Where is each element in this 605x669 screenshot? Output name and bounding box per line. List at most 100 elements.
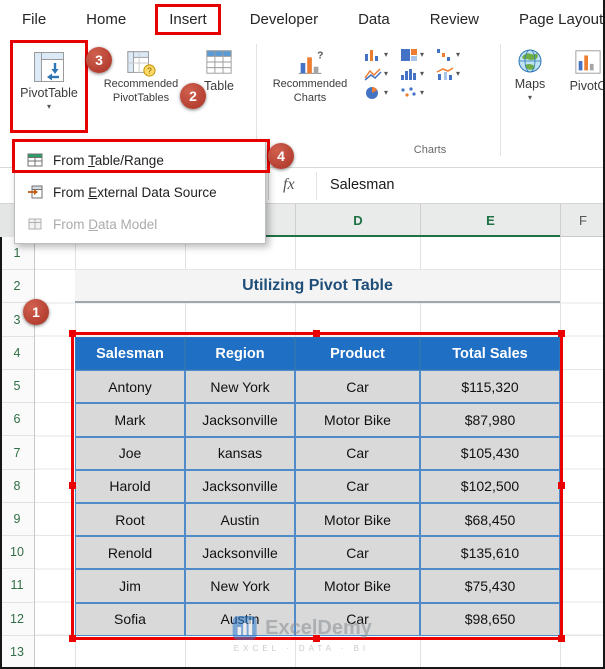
table-cell[interactable]: Austin — [185, 502, 295, 537]
step-badge-3: 3 — [86, 47, 112, 73]
table-cell[interactable]: kansas — [185, 436, 295, 470]
table-cell[interactable]: $102,500 — [420, 469, 560, 503]
table-cell[interactable]: Harold — [75, 469, 185, 503]
table-cell[interactable]: Car — [295, 436, 420, 470]
charts-group-label: Charts — [413, 144, 447, 156]
table-cell[interactable]: New York — [185, 569, 295, 603]
insert-column-chart-button[interactable]: ▾ — [364, 48, 388, 62]
table-cell[interactable]: Jacksonville — [185, 536, 295, 570]
insert-statistic-chart-button[interactable]: ▾ — [400, 67, 424, 81]
insert-pie-chart-button[interactable]: ▾ — [364, 86, 388, 100]
pivotchart-button[interactable]: PivotC — [556, 48, 603, 95]
row-header[interactable]: 10 — [0, 536, 34, 570]
recommended-pivottables-label-line2: PivotTables — [112, 91, 170, 104]
row-header[interactable]: 2 — [0, 270, 34, 304]
chevron-down-icon: ▾ — [420, 88, 425, 97]
table-cell[interactable]: Car — [295, 370, 420, 404]
row-header[interactable]: 7 — [0, 436, 34, 470]
chevron-down-icon: ▾ — [527, 92, 532, 102]
recommended-charts-button[interactable]: ? Recommended Charts — [264, 48, 356, 106]
maps-button[interactable]: Maps ▾ — [506, 48, 554, 102]
tab-file[interactable]: File — [22, 11, 46, 28]
table-header-cell[interactable]: Salesman — [75, 337, 185, 371]
table-cell[interactable]: Austin — [185, 602, 295, 636]
table-cell[interactable]: Renold — [75, 536, 185, 570]
row-header[interactable]: 6 — [0, 403, 34, 437]
menu-item-from-data-model[interactable]: From Data Model — [15, 208, 265, 240]
screenshot-border — [0, 237, 2, 667]
menu-item-from-table-range[interactable]: From Table/Range — [15, 144, 265, 176]
table-cell[interactable]: Car — [295, 602, 420, 636]
worksheet-grid: 1 2 3 4 5 6 7 8 9 10 11 12 13 Utilizing … — [0, 237, 603, 667]
table-cell[interactable]: New York — [185, 370, 295, 404]
table-cell[interactable]: $75,430 — [420, 569, 560, 603]
tab-review[interactable]: Review — [430, 11, 479, 28]
table-cell[interactable]: Car — [295, 536, 420, 570]
table-label: Table — [204, 79, 234, 93]
external-data-source-icon — [28, 185, 43, 199]
table-cell[interactable]: Motor Bike — [295, 502, 420, 537]
insert-function-button[interactable]: fx — [283, 176, 295, 194]
formula-bar-value[interactable]: Salesman — [330, 177, 394, 193]
row-header[interactable]: 4 — [0, 337, 34, 370]
table-cell[interactable]: Joe — [75, 436, 185, 470]
table-cell[interactable]: $135,610 — [420, 536, 560, 570]
table-cell[interactable]: $115,320 — [420, 370, 560, 404]
row-header[interactable]: 12 — [0, 603, 34, 636]
tab-page-layout[interactable]: Page Layout — [519, 11, 603, 28]
insert-waterfall-chart-button[interactable]: ▾ — [436, 48, 460, 62]
table-cell[interactable]: $105,430 — [420, 436, 560, 470]
sales-data-table: Salesman Region Product Total Sales Anto… — [75, 337, 560, 636]
tab-home[interactable]: Home — [86, 11, 126, 28]
tab-developer[interactable]: Developer — [250, 11, 318, 28]
pie-chart-icon — [366, 87, 378, 99]
chevron-down-icon: ▾ — [384, 69, 389, 78]
table-cell[interactable]: Jacksonville — [185, 469, 295, 503]
table-header-cell[interactable]: Region — [185, 337, 295, 371]
table-cell[interactable]: $98,650 — [420, 602, 560, 636]
pivottable-dropdown-menu: From Table/Range From External Data Sour… — [14, 140, 266, 244]
menu-item-label: From Table/Range — [53, 152, 164, 168]
table-header-cell[interactable]: Product — [295, 337, 420, 371]
ribbon-group-separator — [500, 44, 501, 156]
table-cell[interactable]: Motor Bike — [295, 403, 420, 437]
table-header-cell[interactable]: Total Sales — [420, 337, 560, 371]
sheet-title-cell[interactable]: Utilizing Pivot Table — [75, 270, 560, 303]
insert-scatter-chart-button[interactable]: ▾ — [400, 86, 424, 100]
column-header-f[interactable]: F — [560, 204, 603, 237]
excel-window: File Home Insert Developer Data Review P… — [0, 0, 605, 669]
line-chart-icon — [364, 68, 382, 81]
tab-insert[interactable]: Insert — [155, 3, 221, 35]
chevron-down-icon: ▾ — [46, 101, 51, 111]
row-header[interactable]: 9 — [0, 503, 34, 537]
chevron-down-icon: ▾ — [420, 50, 425, 59]
table-cell[interactable]: $87,980 — [420, 403, 560, 437]
chevron-down-icon: ▾ — [384, 88, 389, 97]
insert-line-chart-button[interactable]: ▾ — [364, 67, 388, 81]
formula-divider — [316, 172, 317, 200]
table-cell[interactable]: Root — [75, 502, 185, 537]
scatter-chart-icon — [401, 87, 416, 97]
menu-item-from-external-data-source[interactable]: From External Data Source — [15, 176, 265, 208]
maps-label: Maps — [514, 77, 546, 91]
column-header-d[interactable]: D — [295, 204, 420, 237]
table-cell[interactable]: Jacksonville — [185, 403, 295, 437]
table-cell[interactable]: $68,450 — [420, 502, 560, 537]
insert-combo-chart-button[interactable]: ▾ — [436, 67, 460, 81]
table-cell[interactable]: Sofia — [75, 602, 185, 636]
row-header[interactable]: 8 — [0, 470, 34, 503]
row-header[interactable]: 13 — [0, 636, 34, 667]
table-cell[interactable]: Motor Bike — [295, 569, 420, 603]
table-cell[interactable]: Car — [295, 469, 420, 503]
table-cell[interactable]: Jim — [75, 569, 185, 603]
table-cell[interactable]: Mark — [75, 403, 185, 437]
insert-hierarchy-chart-button[interactable]: ▾ — [400, 48, 424, 62]
pivottable-button[interactable]: PivotTable ▾ — [10, 40, 88, 133]
tab-data[interactable]: Data — [358, 11, 390, 28]
row-header[interactable]: 5 — [0, 370, 34, 404]
column-header-e[interactable]: E — [420, 204, 560, 237]
step-badge-2: 2 — [180, 83, 206, 109]
row-header[interactable]: 11 — [0, 569, 34, 603]
globe-maps-icon — [518, 49, 542, 73]
table-cell[interactable]: Antony — [75, 370, 185, 404]
